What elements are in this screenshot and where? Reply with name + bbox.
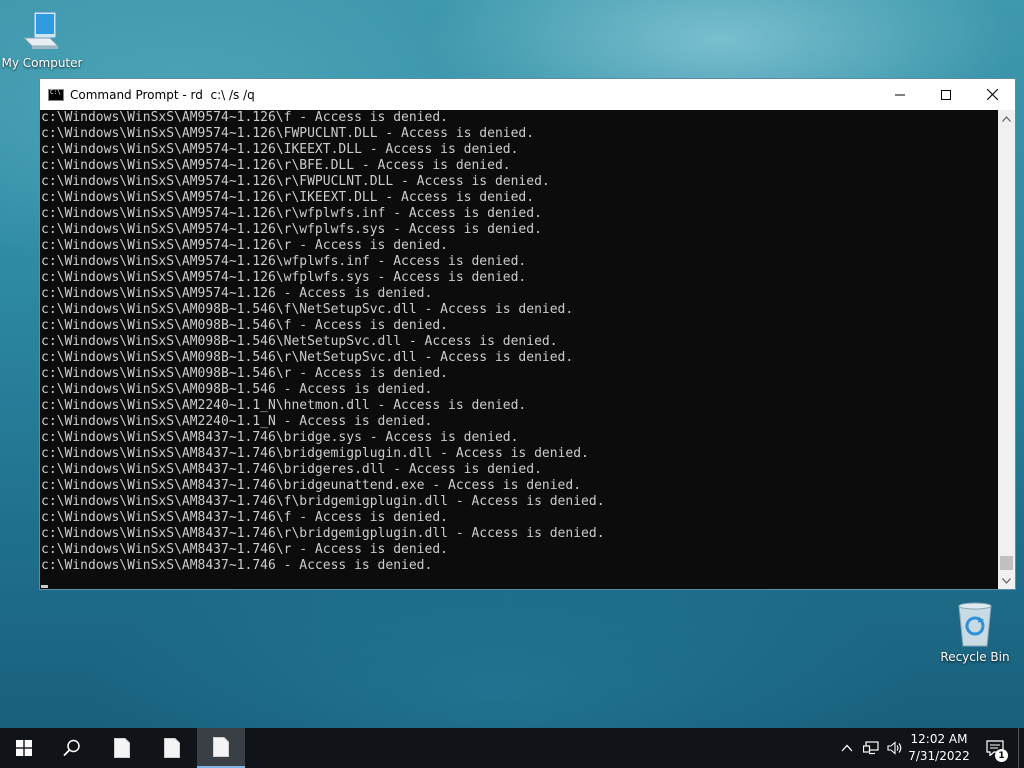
taskbar-app-document-active[interactable]: [197, 728, 245, 768]
console-line: c:\Windows\WinSxS\AM9574~1.126\r\IKEEXT.…: [41, 190, 535, 205]
desktop-icon-my-computer[interactable]: My Computer: [0, 8, 84, 70]
console-line: c:\Windows\WinSxS\AM8437~1.746\bridgeres…: [41, 462, 542, 477]
vertical-scrollbar[interactable]: [998, 110, 1015, 589]
windows-logo-icon: [16, 740, 32, 756]
console-line: c:\Windows\WinSxS\AM9574~1.126\wfplwfs.i…: [41, 254, 527, 269]
taskbar-app-document-1[interactable]: [98, 728, 146, 768]
show-hidden-icons-button[interactable]: [835, 728, 859, 768]
console-line: c:\Windows\WinSxS\AM8437~1.746 - Access …: [41, 558, 433, 573]
console-line: c:\Windows\WinSxS\AM8437~1.746\r\bridgem…: [41, 526, 605, 541]
console-line: c:\Windows\WinSxS\AM9574~1.126\IKEEXT.DL…: [41, 142, 519, 157]
maximize-button[interactable]: [923, 79, 969, 110]
console-line: c:\Windows\WinSxS\AM9574~1.126\r\wfplwfs…: [41, 206, 542, 221]
taskbar-clock[interactable]: 12:02 AM 7/31/2022: [906, 731, 972, 765]
console-output[interactable]: c:\Windows\WinSxS\AM9574~1.126\f - Acces…: [40, 110, 998, 589]
window-title: Command Prompt - rd c:\ /s /q: [70, 87, 255, 102]
console-line: c:\Windows\WinSxS\AM098B~1.546\f - Acces…: [41, 318, 448, 333]
chevron-up-icon: [1002, 115, 1011, 122]
console-line: c:\Windows\WinSxS\AM9574~1.126\wfplwfs.s…: [41, 270, 527, 285]
clock-date: 7/31/2022: [908, 749, 970, 763]
console-icon: [48, 88, 64, 101]
close-icon: [986, 89, 998, 100]
action-center-button[interactable]: 1: [980, 728, 1010, 768]
document-icon: [213, 737, 229, 757]
search-icon: [63, 739, 80, 757]
desktop: My Computer Recycle Bin Command Prompt -…: [0, 0, 1024, 768]
minimize-button[interactable]: [877, 79, 923, 110]
console-line: c:\Windows\WinSxS\AM8437~1.746\f\bridgem…: [41, 494, 605, 509]
document-icon: [114, 738, 130, 758]
minimize-icon: [895, 94, 905, 95]
volume-button[interactable]: [883, 728, 907, 768]
console-line: c:\Windows\WinSxS\AM8437~1.746\bridgeuna…: [41, 478, 582, 493]
console-line: c:\Windows\WinSxS\AM8437~1.746\bridge.sy…: [41, 430, 519, 445]
console-line: c:\Windows\WinSxS\AM098B~1.546 - Access …: [41, 382, 433, 397]
search-button[interactable]: [48, 728, 96, 768]
console-line: c:\Windows\WinSxS\AM098B~1.546\f\NetSetu…: [41, 302, 574, 317]
chevron-down-icon: [1002, 577, 1011, 584]
taskbar-app-document-2[interactable]: [148, 728, 196, 768]
network-icon: [863, 741, 879, 755]
desktop-icon-label: Recycle Bin: [940, 650, 1010, 664]
maximize-icon: [941, 89, 951, 100]
computer-icon: [22, 11, 60, 49]
scrollbar-thumb[interactable]: [1000, 556, 1013, 570]
console-line: c:\Windows\WinSxS\AM9574~1.126\FWPUCLNT.…: [41, 126, 535, 141]
chevron-up-icon: [841, 744, 853, 752]
taskbar: 12:02 AM 7/31/2022 1: [0, 728, 1024, 768]
console-line: c:\Windows\WinSxS\AM8437~1.746\f - Acces…: [41, 510, 448, 525]
console-line: c:\Windows\WinSxS\AM9574~1.126 - Access …: [41, 286, 433, 301]
volume-icon: [887, 741, 902, 755]
console-line: c:\Windows\WinSxS\AM8437~1.746\bridgemig…: [41, 446, 589, 461]
console-line: c:\Windows\WinSxS\AM098B~1.546\r - Acces…: [41, 366, 448, 381]
network-button[interactable]: [859, 728, 883, 768]
console-line: c:\Windows\WinSxS\AM8437~1.746\r - Acces…: [41, 542, 448, 557]
console-line: c:\Windows\WinSxS\AM9574~1.126\r\BFE.DLL…: [41, 158, 511, 173]
console-line: c:\Windows\WinSxS\AM098B~1.546\NetSetupS…: [41, 334, 558, 349]
scroll-up-button[interactable]: [998, 110, 1015, 127]
console-line: c:\Windows\WinSxS\AM9574~1.126\r\wfplwfs…: [41, 222, 542, 237]
desktop-icon-label: My Computer: [1, 56, 83, 70]
recycle-bin-icon: [958, 602, 992, 647]
start-button[interactable]: [0, 728, 48, 768]
command-prompt-window[interactable]: Command Prompt - rd c:\ /s /q c:\Windows…: [39, 78, 1016, 590]
console-line: c:\Windows\WinSxS\AM2240~1.1_N - Access …: [41, 414, 433, 429]
window-titlebar[interactable]: Command Prompt - rd c:\ /s /q: [40, 79, 1015, 110]
console-line: c:\Windows\WinSxS\AM2240~1.1_N\hnetmon.d…: [41, 398, 527, 413]
console-line: c:\Windows\WinSxS\AM9574~1.126\r\FWPUCLN…: [41, 174, 550, 189]
show-desktop-button[interactable]: [1018, 728, 1024, 768]
notification-count-badge: 1: [995, 749, 1008, 762]
console-line: c:\Windows\WinSxS\AM9574~1.126\r - Acces…: [41, 238, 448, 253]
console-cursor: [41, 585, 48, 588]
document-icon: [164, 738, 180, 758]
close-button[interactable]: [969, 79, 1015, 110]
console-line: c:\Windows\WinSxS\AM098B~1.546\r\NetSetu…: [41, 350, 574, 365]
desktop-icon-recycle-bin[interactable]: Recycle Bin: [933, 600, 1017, 664]
console-line: c:\Windows\WinSxS\AM9574~1.126\f - Acces…: [41, 110, 448, 125]
scroll-down-button[interactable]: [998, 572, 1015, 589]
clock-time: 12:02 AM: [910, 732, 968, 746]
